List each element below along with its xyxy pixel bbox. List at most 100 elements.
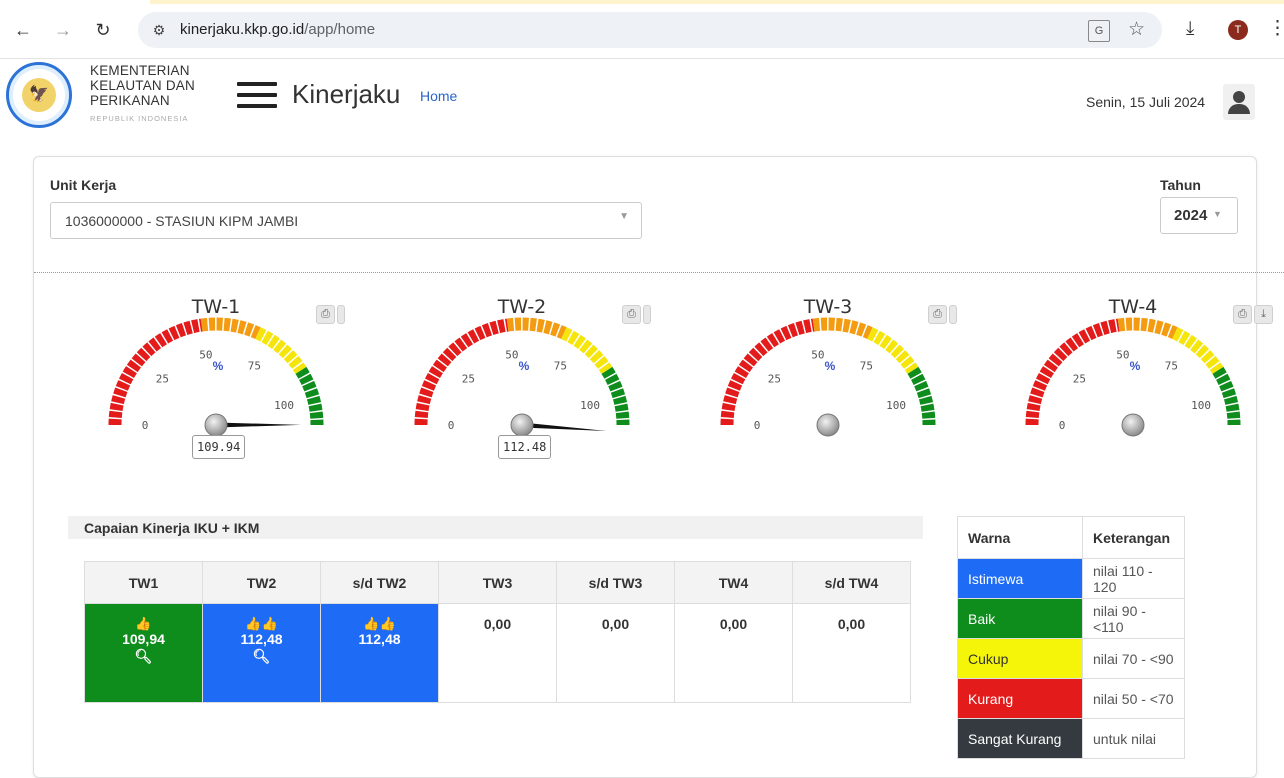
url-text[interactable]: kinerjaku.kkp.go.id/app/home bbox=[180, 21, 375, 38]
gauge-tw4: TW-4 0 25 50 75 100% bbox=[1025, 296, 1241, 437]
user-menu-button[interactable] bbox=[1223, 84, 1255, 120]
print-icon[interactable]: ⎙ bbox=[1233, 305, 1252, 324]
download-icon[interactable] bbox=[643, 305, 651, 324]
thumbs-up-icon: 👍 bbox=[135, 616, 152, 631]
capaian-value: 0,00 bbox=[837, 616, 866, 632]
gauge-tick-label: 75 bbox=[554, 359, 567, 372]
browser-menu-icon[interactable]: ⋮ bbox=[1268, 17, 1284, 40]
tahun-select[interactable]: 2024 ▼ bbox=[1160, 197, 1238, 234]
gauge-band-1 bbox=[200, 317, 261, 340]
capaian-value-row: 👍 109,94 🔍︎ 👍👍 112,48 🔍︎ 👍👍 112,48 0,00 0,00 0,00 0… bbox=[84, 603, 911, 703]
capaian-value-cell: 0,00 bbox=[674, 603, 793, 703]
gauge-tick-label: 75 bbox=[860, 359, 873, 372]
capaian-value-cell: 0,00 bbox=[556, 603, 675, 703]
reload-icon[interactable]: ↻ bbox=[92, 19, 114, 41]
gauge-band-3 bbox=[1212, 366, 1241, 426]
gauge-tick-label: 50 bbox=[1116, 349, 1129, 362]
gauge-band-3 bbox=[601, 366, 630, 426]
gauge-tick-label: 50 bbox=[505, 349, 518, 362]
download-icon[interactable]: ⤓ bbox=[1186, 18, 1194, 40]
gauge-tw3: TW-3 0 25 50 75 100% bbox=[720, 296, 936, 437]
gauge-band-2 bbox=[255, 327, 307, 375]
capaian-value: 109,94 bbox=[122, 631, 165, 647]
user-icon bbox=[1233, 91, 1245, 103]
gauge-tick-label: 100 bbox=[1191, 399, 1211, 412]
gauge-unit: % bbox=[825, 359, 836, 373]
gauge-tick-label: 0 bbox=[1059, 419, 1066, 432]
search-icon[interactable]: 🔍︎ bbox=[86, 648, 201, 664]
gauge-tick-label: 100 bbox=[886, 399, 906, 412]
forward-icon[interactable]: → bbox=[52, 19, 74, 41]
download-icon[interactable] bbox=[337, 305, 345, 324]
gauge-tick-label: 0 bbox=[754, 419, 761, 432]
gauge-tick-label: 0 bbox=[142, 419, 149, 432]
gauge-needle bbox=[215, 422, 301, 428]
gauge-tick-label: 25 bbox=[1073, 373, 1086, 386]
thumbs-up-icon: 👍👍 bbox=[363, 616, 396, 631]
download-icon[interactable] bbox=[949, 305, 957, 324]
org-subtitle: REPUBLIK INDONESIA bbox=[90, 114, 189, 123]
print-icon[interactable]: ⎙ bbox=[622, 305, 641, 324]
back-icon[interactable]: ← bbox=[12, 19, 34, 41]
capaian-value: 112,48 bbox=[358, 631, 401, 647]
org-line-3: PERIKANAN bbox=[90, 93, 170, 108]
gauge-unit: % bbox=[213, 359, 224, 373]
gauge-band-1 bbox=[812, 317, 873, 340]
address-bar[interactable]: ⚙ kinerjaku.kkp.go.id/app/home G ☆ bbox=[138, 12, 1162, 48]
legend-row: Baik nilai 90 - <110 bbox=[957, 598, 1185, 639]
gauge-pivot bbox=[1121, 413, 1145, 437]
capaian-value-cell: 👍👍 112,48 🔍︎ bbox=[202, 603, 321, 703]
app-title: Kinerjaku bbox=[292, 79, 401, 109]
breadcrumb-home-link[interactable]: Home bbox=[420, 88, 457, 104]
gauge-unit: % bbox=[1130, 359, 1141, 373]
kkp-logo: 🦅 bbox=[6, 62, 72, 128]
translate-icon[interactable]: G bbox=[1088, 20, 1110, 42]
gauge-title: TW-3 bbox=[803, 296, 853, 318]
thumbs-up-icon: 👍👍 bbox=[245, 616, 278, 631]
gauge-pivot bbox=[204, 413, 228, 437]
capaian-value-cell: 0,00 bbox=[792, 603, 911, 703]
unit-kerja-select[interactable]: 1036000000 - STASIUN KIPM JAMBI ▼ bbox=[50, 202, 642, 239]
gauge-tick-label: 25 bbox=[768, 373, 781, 386]
unit-kerja-value: 1036000000 - STASIUN KIPM JAMBI bbox=[65, 213, 299, 229]
org-name: KEMENTERIAN KELAUTAN DAN PERIKANAN REPUB… bbox=[90, 63, 195, 126]
print-icon[interactable]: ⎙ bbox=[928, 305, 947, 324]
gauge-tick-label: 100 bbox=[274, 399, 294, 412]
legend-description: untuk nilai bbox=[1082, 718, 1185, 759]
site-info-icon[interactable]: ⚙ bbox=[148, 19, 170, 41]
unit-kerja-label: Unit Kerja bbox=[50, 177, 117, 193]
legend-color-label: Istimewa bbox=[957, 558, 1083, 599]
capaian-value-cell: 👍 109,94 🔍︎ bbox=[84, 603, 203, 703]
menu-toggle-button[interactable] bbox=[237, 82, 277, 108]
legend-row: Kurang nilai 50 - <70 bbox=[957, 678, 1185, 719]
bookmark-star-icon[interactable]: ☆ bbox=[1128, 18, 1145, 41]
capaian-value-cell: 0,00 bbox=[438, 603, 557, 703]
legend-header-keterangan: Keterangan bbox=[1082, 516, 1185, 559]
gauge-tick-label: 50 bbox=[199, 349, 212, 362]
gauge-tick-label: 25 bbox=[156, 373, 169, 386]
legend-row: Sangat Kurang untuk nilai bbox=[957, 718, 1185, 759]
gauge-title: TW-4 bbox=[1108, 296, 1158, 318]
print-icon[interactable]: ⎙ bbox=[316, 305, 335, 324]
legend-color-label: Cukup bbox=[957, 638, 1083, 679]
gauge-pivot bbox=[816, 413, 840, 437]
gauge-tick-label: 100 bbox=[580, 399, 600, 412]
org-line-1: KEMENTERIAN bbox=[90, 63, 190, 78]
gauge-title: TW-2 bbox=[497, 296, 547, 318]
capaian-table: TW1 TW2 s/d TW2 TW3 s/d TW3 TW4 s/d TW4 👍 109,9… bbox=[84, 561, 911, 703]
gauge-value-label: 112.48 bbox=[498, 435, 552, 459]
legend-header-warna: Warna bbox=[957, 516, 1083, 559]
url-path: /app/home bbox=[304, 21, 376, 38]
legend-table: Warna Keterangan Istimewa nilai 110 - 120… bbox=[957, 516, 1185, 759]
legend-row: Cukup nilai 70 - <90 bbox=[957, 638, 1185, 679]
tab-strip-edge bbox=[150, 0, 1284, 4]
legend-description: nilai 50 - <70 bbox=[1082, 678, 1185, 719]
capaian-header-cell: TW1 bbox=[84, 561, 203, 604]
profile-avatar[interactable]: T bbox=[1228, 20, 1248, 40]
current-date: Senin, 15 Juli 2024 bbox=[1086, 94, 1206, 110]
capaian-value-cell: 👍👍 112,48 bbox=[320, 603, 439, 703]
gauge-needle bbox=[521, 422, 607, 432]
gauge-tick-label: 75 bbox=[1165, 359, 1178, 372]
search-icon[interactable]: 🔍︎ bbox=[204, 648, 319, 664]
download-icon[interactable]: ⤓ bbox=[1254, 305, 1273, 324]
